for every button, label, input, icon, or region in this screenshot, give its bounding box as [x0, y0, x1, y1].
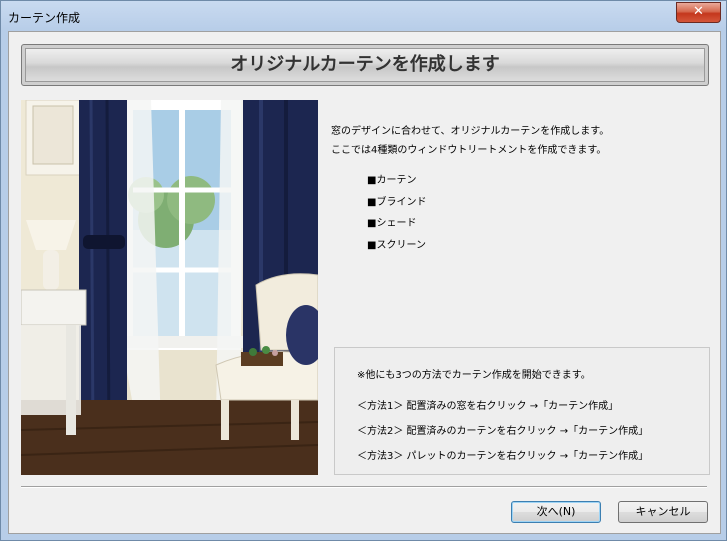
method-3: ＜方法3＞ パレットのカーテンを右クリック →「カーテン作成」 — [357, 451, 649, 462]
dialog-client-area: オリジナルカーテンを作成します 窓のデザインに合わせて、オリジナルカーテンを作成… — [8, 31, 721, 534]
title-bar[interactable]: カーテン作成 ✕ — [1, 1, 726, 31]
description: 窓のデザインに合わせて、オリジナルカーテンを作成します。 ここでは4種類のウィン… — [331, 122, 609, 160]
header-banner: オリジナルカーテンを作成します — [21, 44, 709, 86]
list-item-blind: ■ブラインド — [367, 196, 427, 208]
treatment-type-list: ■カーテン ■ブラインド ■シェード ■スクリーン — [367, 171, 426, 257]
banner-title: オリジナルカーテンを作成します — [230, 54, 500, 75]
method-1: ＜方法1＞ 配置済みの窓を右クリック →「カーテン作成」 — [357, 401, 619, 412]
description-line-2: ここでは4種類のウィンドウトリートメントを作成できます。 — [331, 145, 607, 156]
method-2: ＜方法2＞ 配置済みのカーテンを右クリック →「カーテン作成」 — [357, 426, 649, 437]
close-icon: ✕ — [693, 4, 704, 19]
list-item-screen: ■スクリーン — [367, 239, 426, 251]
list-item-curtain: ■カーテン — [367, 175, 417, 186]
room-illustration — [21, 100, 318, 475]
cancel-button[interactable]: キャンセル — [618, 501, 708, 523]
close-button[interactable]: ✕ — [676, 2, 721, 23]
note-heading: ※他にも3つの方法でカーテン作成を開始できます。 — [357, 370, 591, 381]
room-illustration-graphic — [21, 100, 318, 475]
note-box: ※他にも3つの方法でカーテン作成を開始できます。 ＜方法1＞ 配置済みの窓を右ク… — [334, 347, 710, 475]
next-button[interactable]: 次へ(N) — [511, 501, 601, 523]
description-line-1: 窓のデザインに合わせて、オリジナルカーテンを作成します。 — [331, 126, 610, 137]
list-item-shade: ■シェード — [367, 218, 417, 229]
footer-separator — [21, 486, 707, 488]
dialog-window: カーテン作成 ✕ オリジナルカーテンを作成します 窓のデザインに合わせて、オリジ… — [0, 0, 727, 541]
window-title: カーテン作成 — [8, 11, 81, 25]
